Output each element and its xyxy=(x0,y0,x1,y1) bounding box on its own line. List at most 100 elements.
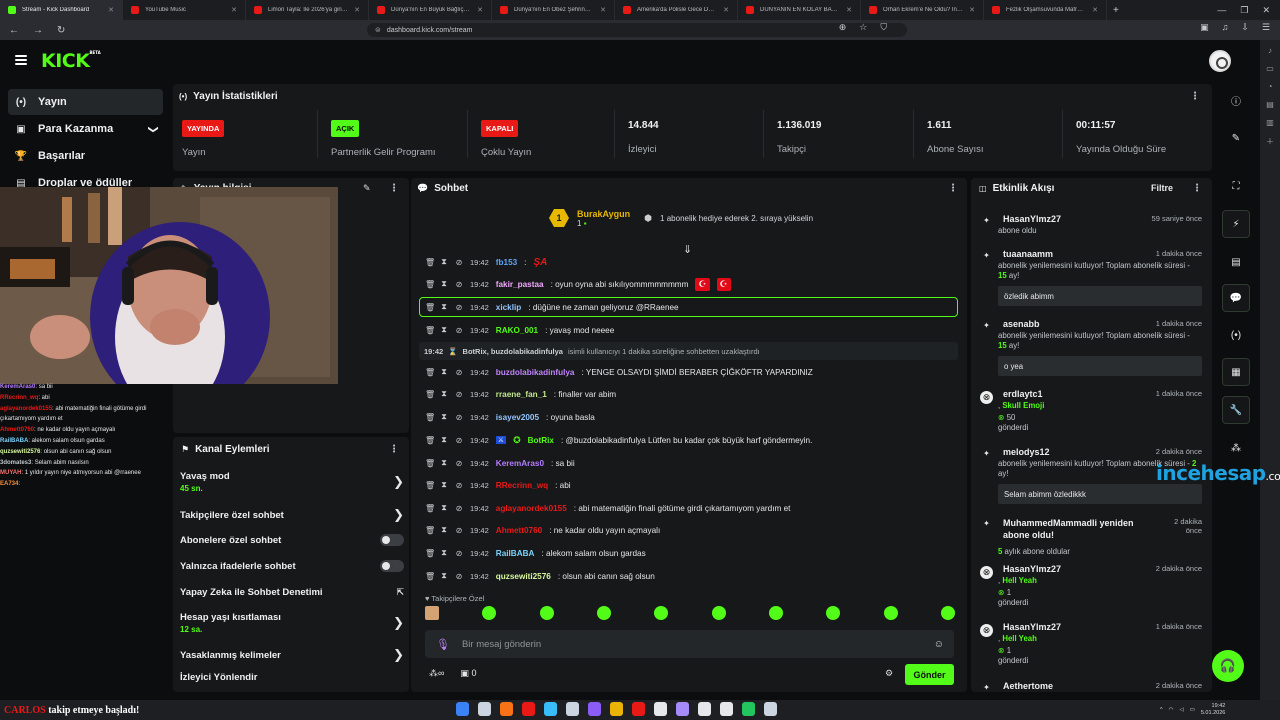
event-user[interactable]: MuhammedMammadli yeniden abone oldu! xyxy=(1003,517,1158,541)
chat-settings-icon[interactable]: ⚙ xyxy=(885,668,893,679)
volume-icon[interactable]: ◁ xyxy=(1179,707,1183,713)
ban-icon[interactable]: ⊘ xyxy=(455,549,463,558)
reload-icon[interactable]: ↻ xyxy=(57,25,65,36)
delete-icon[interactable]: 🗑 xyxy=(425,413,435,422)
taskbar-app-icon[interactable] xyxy=(676,702,689,716)
browser-tab[interactable]: Stream - Kick Dashboard ✕ xyxy=(0,0,123,20)
ban-icon[interactable]: ⊘ xyxy=(455,326,463,335)
ban-icon[interactable]: ⊘ xyxy=(455,368,463,377)
message-user[interactable]: BotRix xyxy=(528,436,554,445)
emote-icon[interactable] xyxy=(425,606,439,620)
timeout-icon[interactable]: ⧗ xyxy=(440,325,448,335)
tab-close-icon[interactable]: ✕ xyxy=(477,6,483,14)
battery-icon[interactable]: ▭ xyxy=(1190,707,1195,713)
url-field[interactable]: ⊜ dashboard.kick.com/stream xyxy=(367,23,907,37)
tab-close-icon[interactable]: ✕ xyxy=(723,6,729,14)
ban-icon[interactable]: ⊘ xyxy=(455,436,463,445)
event-user[interactable]: HasanYlmz27 xyxy=(1003,622,1061,632)
message-user[interactable]: quzsewiti2576 xyxy=(496,572,551,581)
chevron-right-icon[interactable]: ❯ xyxy=(393,507,404,523)
message-user[interactable]: xicklip xyxy=(496,303,522,312)
ban-icon[interactable]: ⊘ xyxy=(455,572,463,581)
timeout-icon[interactable]: ⧗ xyxy=(440,435,448,445)
channel-action[interactable]: Yalnızca ifadelerle sohbet xyxy=(180,560,404,572)
chat-menu-icon[interactable]: ⋮ xyxy=(948,183,958,194)
taskbar-app-icon[interactable] xyxy=(544,702,557,716)
browser-tab[interactable]: Dünya'nın En Obez Şehrinde 24 Saat ✕ xyxy=(492,0,615,20)
delete-icon[interactable]: 🗑 xyxy=(425,326,435,335)
emote-icon[interactable] xyxy=(539,606,554,620)
event-user[interactable]: tuaanaamm xyxy=(1003,249,1053,259)
tab-close-icon[interactable]: ✕ xyxy=(231,6,237,14)
chat-message[interactable]: 🗑 ⧗ ⊘ 19:42 fb153: ŞA xyxy=(425,252,959,272)
rail-edit-icon[interactable]: ✎ xyxy=(1222,124,1250,152)
tab-close-icon[interactable]: ✕ xyxy=(108,6,114,14)
edit-icon[interactable]: ✎ xyxy=(363,183,371,194)
sidebar-notes-icon[interactable]: ▤ xyxy=(1266,100,1274,109)
delete-icon[interactable]: 🗑 xyxy=(425,526,435,535)
ban-icon[interactable]: ⊘ xyxy=(455,280,463,289)
emote-icon[interactable] xyxy=(711,606,726,620)
mic-icon[interactable]: 🎙 xyxy=(436,638,450,651)
rail-broadcast-icon[interactable]: (•) xyxy=(1222,321,1250,349)
nav-item-0[interactable]: (•) Yayın xyxy=(8,89,163,115)
delete-icon[interactable]: 🗑 xyxy=(425,549,435,558)
stream-info-menu-icon[interactable]: ⋮ xyxy=(389,183,399,194)
downloads-icon[interactable]: ⇩ xyxy=(1241,22,1249,33)
sidebar-music-icon[interactable]: ♪ xyxy=(1268,46,1272,55)
minimize-icon[interactable]: — xyxy=(1217,5,1226,15)
actions-menu-icon[interactable]: ⋮ xyxy=(389,444,399,455)
emote-icon[interactable] xyxy=(883,606,898,620)
timeout-icon[interactable]: ⧗ xyxy=(440,257,448,267)
taskbar-app-icon[interactable] xyxy=(522,702,535,716)
timeout-icon[interactable]: ⧗ xyxy=(440,367,448,377)
ban-icon[interactable]: ⊘ xyxy=(455,526,463,535)
event-user[interactable]: erdlaytc1 xyxy=(1003,389,1043,399)
shield-icon[interactable]: ⛉ xyxy=(880,22,887,33)
delete-icon[interactable]: 🗑 xyxy=(425,436,435,445)
taskbar-app-icon[interactable] xyxy=(478,702,491,716)
user-avatar[interactable] xyxy=(1209,50,1231,72)
message-user[interactable]: buzdolabikadinfulya xyxy=(496,368,575,377)
timeout-icon[interactable]: ⧗ xyxy=(440,525,448,535)
restore-icon[interactable]: ❐ xyxy=(1240,5,1248,16)
browser-tab[interactable]: Limon Tayla: İle 2026'ya giriş partisi -… xyxy=(246,0,369,20)
send-button[interactable]: Gönder xyxy=(905,664,954,685)
timeout-icon[interactable]: ⧗ xyxy=(440,302,448,312)
chat-message[interactable]: 🗑 ⧗ ⊘ 19:42 aglayanordek0155: abi matematiği… xyxy=(425,498,959,518)
rail-info-icon[interactable]: ⓘ xyxy=(1222,86,1250,114)
tab-close-icon[interactable]: ✕ xyxy=(1092,6,1098,14)
timeout-icon[interactable]: ⧗ xyxy=(440,571,448,581)
delete-icon[interactable]: 🗑 xyxy=(425,280,435,289)
timeout-icon[interactable]: ⧗ xyxy=(440,279,448,289)
taskbar-app-icon[interactable] xyxy=(588,702,601,716)
pinned-gift-banner[interactable]: 1 BurakAygun 1 ▪ ⬢ 1 abonelik hediye ede… xyxy=(549,208,813,228)
toggle-switch[interactable] xyxy=(380,560,404,572)
channel-action[interactable]: Yapay Zeka ile Sohbet Denetimi ⇱ xyxy=(180,587,404,598)
chat-message[interactable]: 🗑 ⧗ ⊘ 19:42 RAKO_001: yavaş mod neeee xyxy=(425,320,959,340)
bookmark-star-icon[interactable]: ☆ xyxy=(859,22,867,33)
taskbar-app-icon[interactable] xyxy=(610,702,623,716)
timeout-icon[interactable]: ⧗ xyxy=(440,389,448,399)
message-user[interactable]: fakir_pastaa xyxy=(496,280,544,289)
music-icon[interactable]: ♫ xyxy=(1222,22,1229,33)
message-user[interactable]: rraene_fan_1 xyxy=(496,390,547,399)
chat-message[interactable]: 🗑 ⧗ ⊘ 19:42 xicklip: düğüne ne zaman geliyor… xyxy=(419,297,958,317)
timeout-icon[interactable]: ⧗ xyxy=(440,458,448,468)
ban-icon[interactable]: ⊘ xyxy=(455,504,463,513)
chat-message[interactable]: 🗑 ⧗ ⊘ 19:42 RailBABA: alekom salam olsun gar… xyxy=(425,543,959,563)
emote-icon[interactable] xyxy=(940,606,955,620)
tab-close-icon[interactable]: ✕ xyxy=(969,6,975,14)
emoji-icon[interactable]: ☺ xyxy=(934,639,944,650)
taskbar-app-icon[interactable] xyxy=(654,702,667,716)
browser-tab[interactable]: Amerika'da Polisle Gece Devriyesine ✕ xyxy=(615,0,738,20)
message-user[interactable]: isayev2005 xyxy=(496,413,539,422)
emote-icon[interactable] xyxy=(654,606,669,620)
zoom-icon[interactable]: ⊕ xyxy=(839,22,847,33)
rail-stack-icon[interactable]: ▦ xyxy=(1222,358,1250,386)
rail-document-icon[interactable]: ▤ xyxy=(1222,248,1250,276)
event-user[interactable]: Aethertome xyxy=(1003,681,1053,691)
emote-icon[interactable] xyxy=(482,606,497,620)
toggle-switch[interactable] xyxy=(380,534,404,546)
wifi-icon[interactable]: ◠ xyxy=(1169,707,1174,713)
